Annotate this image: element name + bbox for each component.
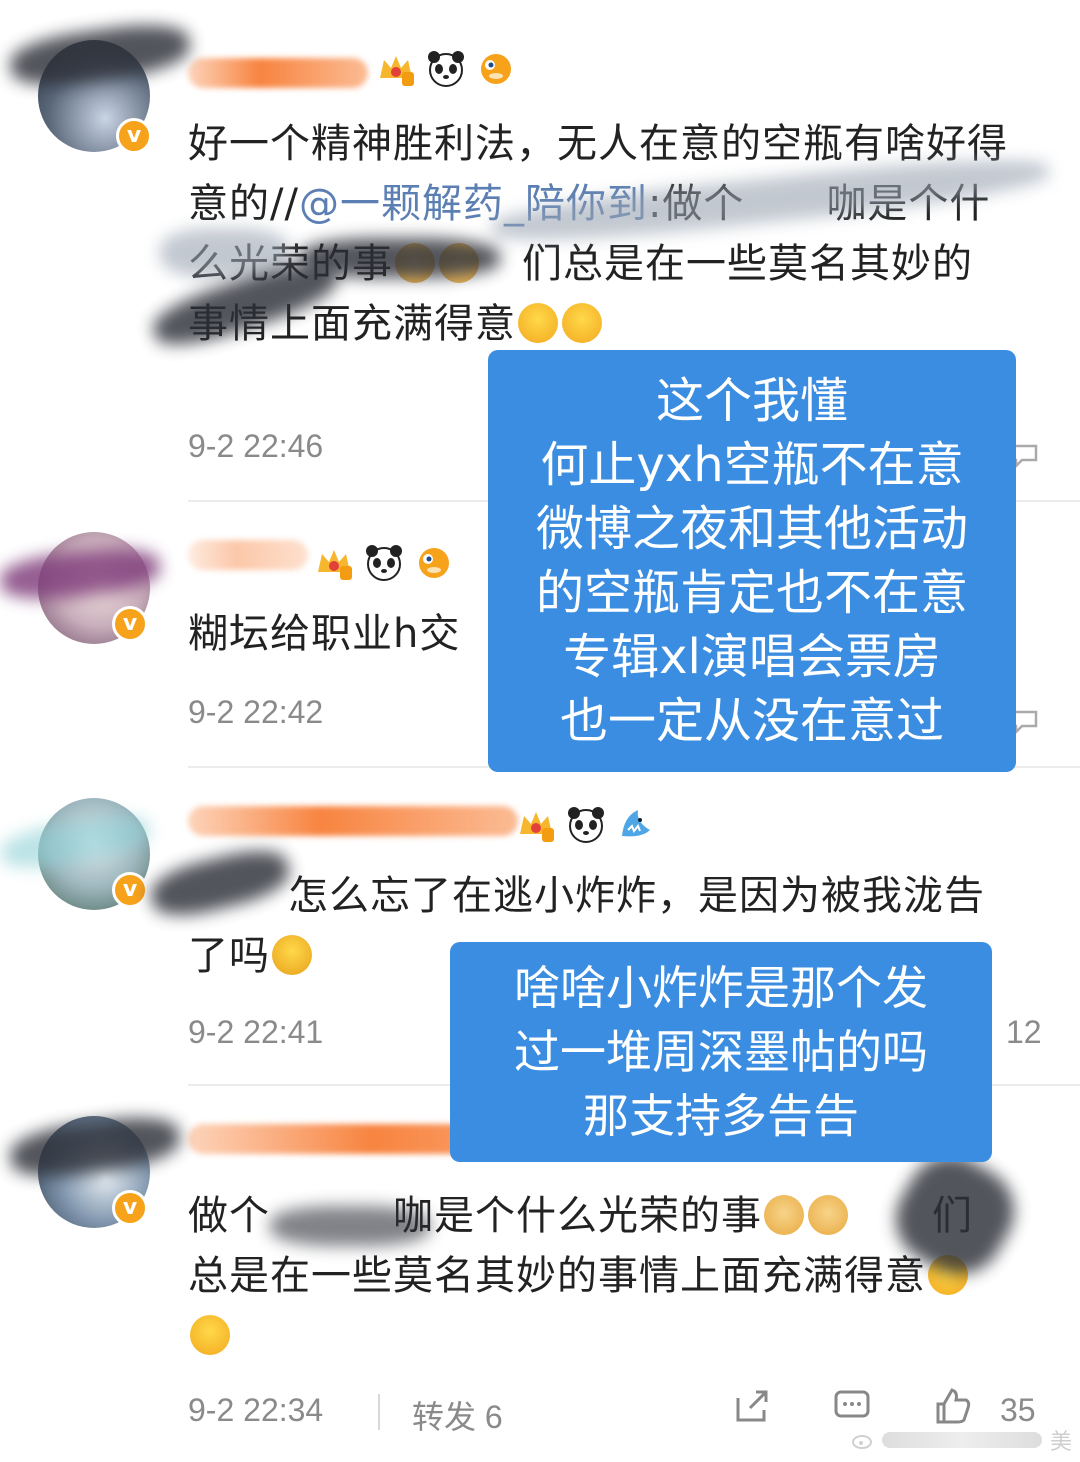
vip-verified-icon: v xyxy=(112,872,148,908)
crown-level-badge-icon xyxy=(380,56,414,86)
annotation-box: 这个我懂 何止yxh空瓶不在意 微博之夜和其他活动 的空瓶肯定也不在意 专辑xl… xyxy=(488,350,1016,772)
annotation-box: 啥啥小炸炸是那个发 过一堆周深墨帖的吗 那支持多告告 xyxy=(450,942,992,1162)
annotation-line: 啥啥小炸炸是那个发 xyxy=(514,961,928,1015)
redaction-mark xyxy=(270,1206,430,1246)
user-badges xyxy=(516,804,656,844)
panda-icon xyxy=(428,51,464,87)
weibo-logo-icon xyxy=(851,1435,872,1449)
doge-emoji-icon xyxy=(808,1195,848,1235)
timestamp: 9-2 22:34 xyxy=(188,1392,324,1428)
annotation-line: 微博之夜和其他活动 xyxy=(535,501,968,557)
annotation-line: 过一堆周深墨帖的吗 xyxy=(514,1025,928,1079)
annotation-line: 的空瓶肯定也不在意 xyxy=(535,565,968,621)
share-icon[interactable] xyxy=(732,1386,772,1426)
pufferfish-icon xyxy=(419,548,449,578)
shrug-emoji-icon xyxy=(562,303,602,343)
watermark-text: 美 xyxy=(1049,1430,1072,1455)
annotation-line: 也一定从没在意过 xyxy=(559,693,944,749)
username[interactable] xyxy=(188,806,518,836)
shrug-emoji-icon xyxy=(518,303,558,343)
annotation-line: 专辑xl演唱会票房 xyxy=(563,629,941,685)
watermark: 美 xyxy=(851,1424,1072,1456)
thinking-emoji-icon xyxy=(272,935,312,975)
shrug-emoji-icon xyxy=(190,1315,230,1355)
crown-level-badge-icon xyxy=(520,812,554,842)
comment-text-segment: 咖是个什么光荣的事 xyxy=(393,1193,762,1239)
like-icon[interactable] xyxy=(932,1386,972,1426)
comment-actions xyxy=(732,1386,972,1426)
timestamp: 9-2 22:46 xyxy=(188,428,324,464)
vip-verified-icon: v xyxy=(116,118,152,154)
user-badges xyxy=(376,48,516,88)
like-count: 12 xyxy=(1006,1014,1042,1050)
comment-icon[interactable] xyxy=(832,1386,872,1426)
doge-emoji-icon xyxy=(764,1195,804,1235)
divider xyxy=(378,1394,380,1430)
repost-count[interactable]: 转发 6 xyxy=(412,1392,503,1438)
panda-icon xyxy=(568,807,604,843)
vip-verified-icon: v xyxy=(112,1190,148,1226)
timestamp: 9-2 22:42 xyxy=(188,694,324,730)
user-badges xyxy=(314,542,454,582)
watermark-blur xyxy=(881,1432,1042,1448)
annotation-line: 这个我懂 xyxy=(655,373,848,429)
pufferfish-icon xyxy=(481,54,511,84)
comment-text-segment: 做个 xyxy=(188,1193,270,1239)
username[interactable] xyxy=(188,540,308,570)
panda-icon xyxy=(366,545,402,581)
vip-verified-icon: v xyxy=(112,606,148,642)
comment-text-segment: 糊坛给职业h交 xyxy=(188,611,461,657)
annotation-line: 何止yxh空瓶不在意 xyxy=(540,437,964,493)
annotation-line: 那支持多告告 xyxy=(583,1089,859,1143)
shark-icon xyxy=(622,810,650,837)
username[interactable] xyxy=(188,58,368,88)
crown-level-badge-icon xyxy=(318,550,352,580)
timestamp: 9-2 22:41 xyxy=(188,1014,324,1050)
